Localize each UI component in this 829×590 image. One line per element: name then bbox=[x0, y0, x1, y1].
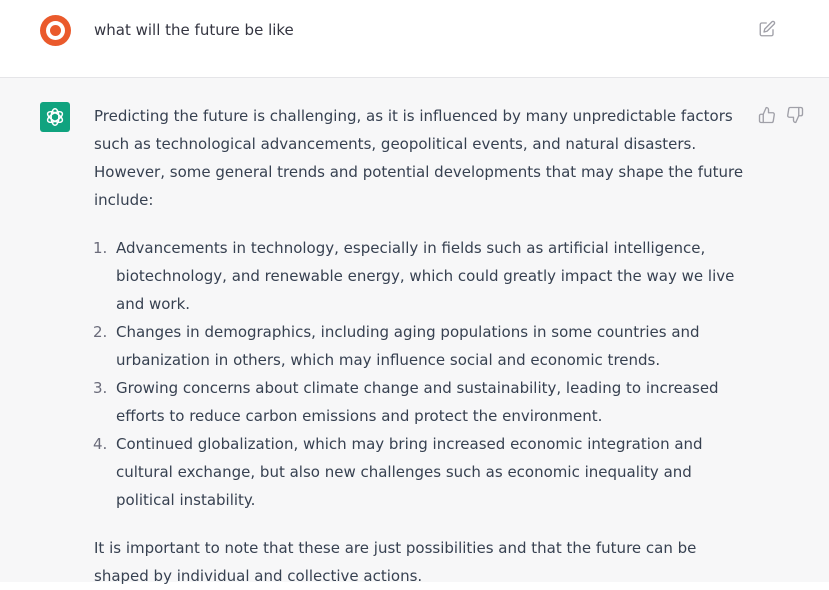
thumbs-up-icon[interactable] bbox=[758, 106, 776, 124]
answer-intro: Predicting the future is challenging, as… bbox=[94, 107, 744, 209]
edit-icon[interactable] bbox=[758, 20, 776, 38]
list-item: 4. Continued globalization, which may br… bbox=[93, 430, 754, 514]
list-item-text: Continued globalization, which may bring… bbox=[116, 435, 703, 509]
list-item-number: 1. bbox=[93, 239, 108, 257]
list-item-text: Growing concerns about climate change an… bbox=[116, 379, 719, 425]
list-item: 2. Changes in demographics, including ag… bbox=[93, 318, 754, 374]
user-message-row: what will the future be like bbox=[0, 0, 829, 78]
list-item-text: Changes in demographics, including aging… bbox=[116, 323, 700, 369]
answer-list: 1. Advancements in technology, especiall… bbox=[93, 234, 754, 514]
assistant-message-body: Predicting the future is challenging, as… bbox=[93, 102, 754, 590]
list-item: 3. Growing concerns about climate change… bbox=[93, 374, 754, 430]
list-item: 1. Advancements in technology, especiall… bbox=[93, 234, 754, 318]
list-item-number: 4. bbox=[93, 435, 108, 453]
list-item-text: Advancements in technology, especially i… bbox=[116, 239, 735, 313]
user-message-text: what will the future be like bbox=[94, 21, 294, 39]
list-item-number: 3. bbox=[93, 379, 108, 397]
openai-logo-icon bbox=[40, 102, 70, 132]
user-avatar-icon bbox=[40, 15, 71, 46]
thumbs-down-icon[interactable] bbox=[786, 106, 804, 124]
assistant-message-row: Predicting the future is challenging, as… bbox=[0, 78, 829, 585]
list-item-number: 2. bbox=[93, 323, 108, 341]
